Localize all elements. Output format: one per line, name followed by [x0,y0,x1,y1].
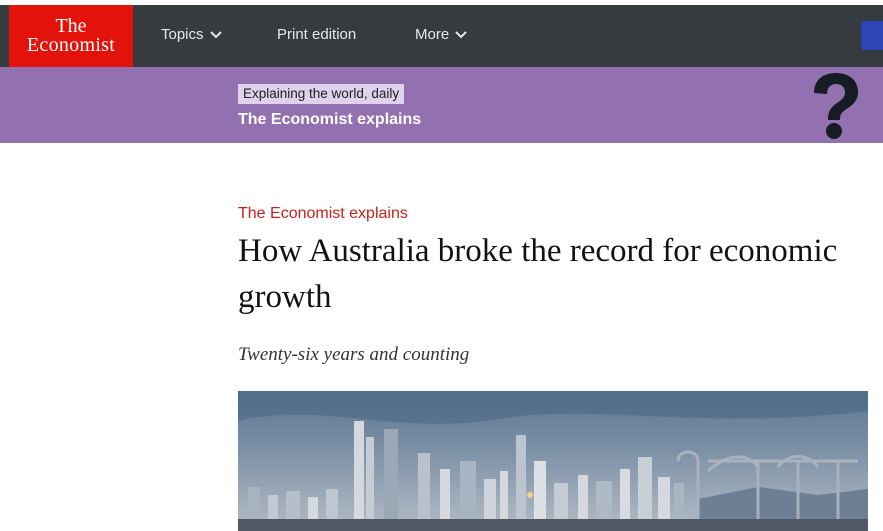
chevron-down-icon [209,30,222,38]
city-skyline-photo [238,391,868,531]
subscribe-button[interactable] [861,21,883,50]
chevron-down-icon [455,30,467,38]
nav-print-edition-label: Print edition [277,26,357,43]
nav-print-edition[interactable]: Print edition [277,26,356,43]
nav-topics-label: Topics [161,26,204,43]
economist-logo[interactable]: The Economist [9,5,133,67]
nav-topics[interactable]: Topics [161,26,222,43]
explainer-banner[interactable] [0,67,883,143]
section-link[interactable]: The Economist explains [238,205,408,223]
question-mark-icon [814,73,858,139]
banner-tag: Explaining the world, daily [238,84,405,104]
banner-title[interactable]: The Economist explains [238,111,421,129]
logo-line-1: The [55,15,87,37]
nav-more[interactable]: More [415,26,467,43]
article-subhead: Twenty-six years and counting [238,344,470,365]
logo-line-2: Economist [26,34,116,56]
nav-more-label: More [415,26,450,43]
hero-image [238,391,868,531]
article-headline: How Australia broke the record for econo… [238,233,838,315]
